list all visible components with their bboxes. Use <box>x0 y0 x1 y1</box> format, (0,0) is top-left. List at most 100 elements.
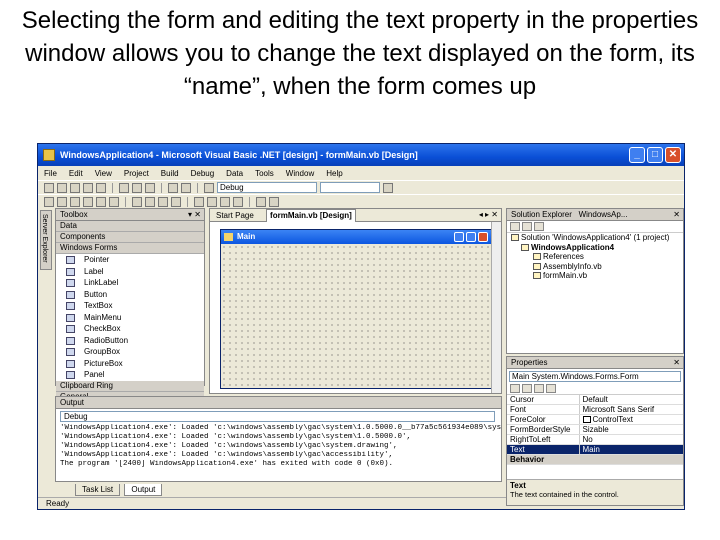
menu-view[interactable]: View <box>95 169 112 178</box>
refresh-icon[interactable] <box>534 222 544 231</box>
designer-vertical-scrollbar[interactable] <box>491 222 501 393</box>
property-value-text[interactable]: Main <box>579 444 683 455</box>
property-value[interactable]: Microsoft Sans Serif <box>579 404 683 415</box>
same-width-icon[interactable] <box>132 196 142 207</box>
tab-task-list[interactable]: Task List <box>75 484 121 496</box>
toolbox-item-pointer[interactable]: Pointer <box>56 254 204 266</box>
bring-to-front-icon[interactable] <box>256 196 266 207</box>
menu-edit[interactable]: Edit <box>69 169 83 178</box>
menu-file[interactable]: File <box>44 169 57 178</box>
toolbox-section-components[interactable]: Components <box>56 232 204 243</box>
tree-item-references[interactable]: References <box>507 252 683 262</box>
toolbox-item-textbox[interactable]: TextBox <box>56 300 204 312</box>
menu-window[interactable]: Window <box>286 169 314 178</box>
find-icon[interactable] <box>383 182 393 193</box>
alphabetical-icon[interactable] <box>522 384 532 393</box>
copy-icon[interactable] <box>132 182 142 193</box>
vertical-spacing-icon[interactable] <box>207 196 217 207</box>
undo-icon[interactable] <box>168 182 178 193</box>
open-icon[interactable] <box>70 182 80 193</box>
show-all-files-icon[interactable] <box>522 222 532 231</box>
save-all-icon[interactable] <box>96 182 106 193</box>
paste-icon[interactable] <box>145 182 155 193</box>
same-size-icon[interactable] <box>158 196 168 207</box>
property-value[interactable]: ControlText <box>579 414 683 425</box>
toolbox-item-mainmenu[interactable]: MainMenu <box>56 312 204 324</box>
minimize-button[interactable]: _ <box>629 147 645 163</box>
property-value[interactable]: No <box>579 434 683 445</box>
properties-close[interactable]: ✕ <box>673 357 680 368</box>
toolbox-item-groupbox[interactable]: GroupBox <box>56 346 204 358</box>
tree-item-solution[interactable]: Solution 'WindowsApplication4' (1 projec… <box>507 233 683 243</box>
find-combo[interactable] <box>320 182 380 193</box>
property-value[interactable]: Default <box>579 395 683 405</box>
tab-start-page[interactable]: Start Page <box>216 210 254 222</box>
tab-output[interactable]: Output <box>124 484 163 496</box>
menu-debug[interactable]: Debug <box>191 169 215 178</box>
properties-icon[interactable] <box>534 384 544 393</box>
align-right-icon[interactable] <box>70 196 80 207</box>
menu-project[interactable]: Project <box>124 169 149 178</box>
horizontal-spacing-icon[interactable] <box>194 196 204 207</box>
align-center-icon[interactable] <box>57 196 67 207</box>
property-value[interactable]: Sizable <box>579 424 683 435</box>
property-row[interactable]: Font Microsoft Sans Serif <box>507 404 683 415</box>
menu-data[interactable]: Data <box>226 169 243 178</box>
property-row-selected[interactable]: Text Main <box>507 444 683 455</box>
align-bottom-icon[interactable] <box>109 196 119 207</box>
design-form-main[interactable]: Main <box>220 229 492 389</box>
property-row[interactable]: ForeColor ControlText <box>507 414 683 425</box>
tree-item-assemblyinfo[interactable]: AssemblyInfo.vb <box>507 262 683 272</box>
send-to-back-icon[interactable] <box>269 196 279 207</box>
property-category-row[interactable]: Behavior <box>507 454 683 465</box>
menu-tools[interactable]: Tools <box>255 169 274 178</box>
align-left-icon[interactable] <box>44 196 54 207</box>
toolbox-item-linklabel[interactable]: LinkLabel <box>56 277 204 289</box>
window-titlebar[interactable]: WindowsApplication4 - Microsoft Visual B… <box>38 144 684 166</box>
toolbox-item-radiobutton[interactable]: RadioButton <box>56 335 204 347</box>
align-top-icon[interactable] <box>83 196 93 207</box>
close-button[interactable]: ✕ <box>665 147 681 163</box>
same-height-icon[interactable] <box>145 196 155 207</box>
cut-icon[interactable] <box>119 182 129 193</box>
server-explorer-tab[interactable]: Server Explorer <box>40 210 52 270</box>
property-row[interactable]: RightToLeft No <box>507 434 683 445</box>
toolbox-item-label[interactable]: Label <box>56 266 204 278</box>
property-row[interactable]: Cursor Default <box>507 395 683 405</box>
toolbox-section-data[interactable]: Data <box>56 221 204 232</box>
tab-formmain-design[interactable]: formMain.vb [Design] <box>266 209 356 222</box>
document-tab-controls[interactable]: ◂ ▸ ✕ <box>479 209 498 221</box>
events-icon[interactable] <box>546 384 556 393</box>
solution-config-select[interactable]: Debug <box>217 182 317 193</box>
solution-explorer-close[interactable]: ✕ <box>673 209 680 220</box>
toolbox-section-clipboard-ring[interactable]: Clipboard Ring <box>56 380 204 392</box>
toolbox-section-windows-forms[interactable]: Windows Forms <box>56 243 204 254</box>
center-vertically-icon[interactable] <box>233 196 243 207</box>
design-form-titlebar[interactable]: Main <box>221 230 491 244</box>
toolbox-item-panel[interactable]: Panel <box>56 369 204 381</box>
menu-build[interactable]: Build <box>161 169 179 178</box>
properties-icon[interactable] <box>510 222 520 231</box>
tree-item-formmain[interactable]: formMain.vb <box>507 271 683 281</box>
size-to-grid-icon[interactable] <box>171 196 181 207</box>
tab-solution-explorer[interactable]: Solution Explorer <box>511 210 572 219</box>
categorized-icon[interactable] <box>510 384 520 393</box>
toolbox-controls[interactable]: ▾ ✕ <box>188 209 201 220</box>
toolbox-item-picturebox[interactable]: PictureBox <box>56 358 204 370</box>
save-icon[interactable] <box>83 182 93 193</box>
start-debug-icon[interactable] <box>204 182 214 193</box>
new-project-icon[interactable] <box>44 182 54 193</box>
menu-help[interactable]: Help <box>326 169 342 178</box>
design-form-grid[interactable] <box>221 244 491 388</box>
redo-icon[interactable] <box>181 182 191 193</box>
tab-class-view[interactable]: WindowsAp... <box>579 210 628 219</box>
add-item-icon[interactable] <box>57 182 67 193</box>
property-row[interactable]: FormBorderStyle Sizable <box>507 424 683 435</box>
maximize-button[interactable]: □ <box>647 147 663 163</box>
properties-object-select[interactable]: Main System.Windows.Forms.Form <box>509 371 681 382</box>
output-pane-select[interactable]: Debug <box>60 411 495 422</box>
toolbox-item-checkbox[interactable]: CheckBox <box>56 323 204 335</box>
tree-item-project[interactable]: WindowsApplication4 <box>507 243 683 253</box>
align-middle-icon[interactable] <box>96 196 106 207</box>
toolbox-item-button[interactable]: Button <box>56 289 204 301</box>
